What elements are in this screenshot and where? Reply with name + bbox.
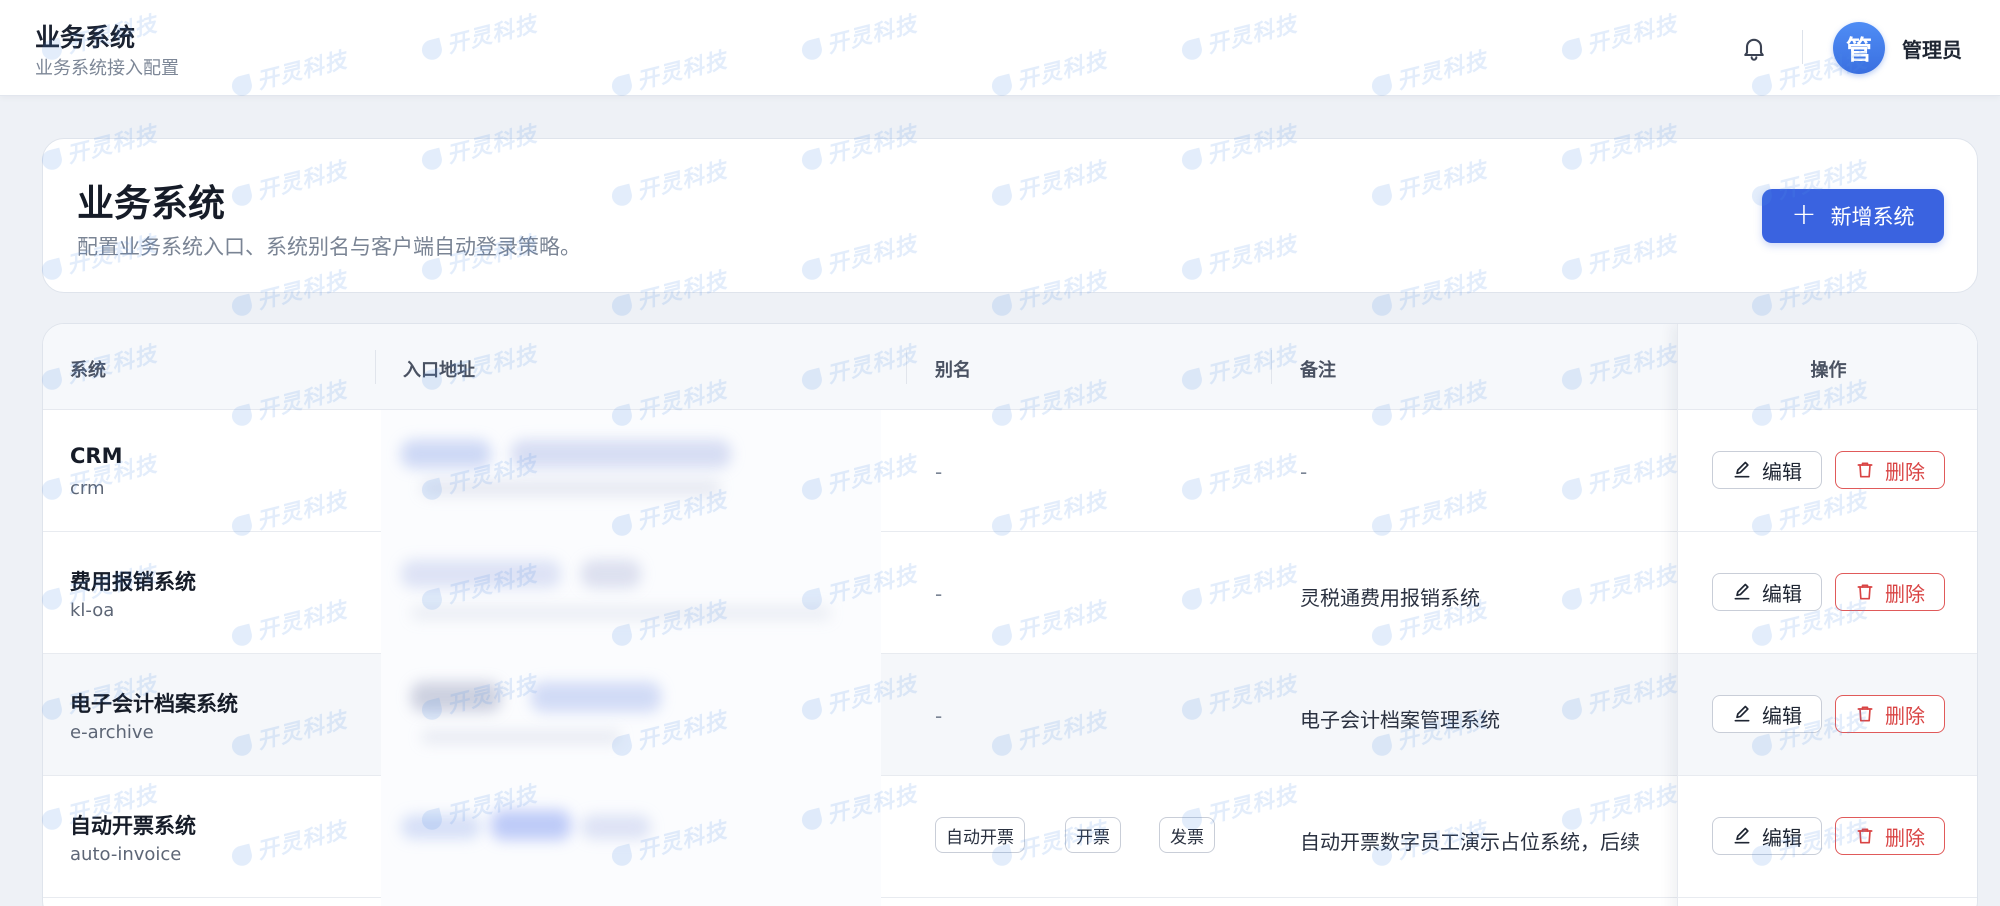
page-description: 配置业务系统入口、系统别名与客户端自动登录策略。 [77,235,581,259]
page-title: 业务系统 [77,182,225,225]
actions-row: 编辑 删除 [1678,410,1977,532]
system-note: 自动开票数字员工演示占位系统，后续 [1300,830,1640,854]
alias-tag: 自动开票 [935,817,1025,853]
trash-icon [1857,828,1873,844]
alias-tag: 开票 [1065,817,1121,853]
systems-table: 系统 入口地址 别名 备注 CRM crm - - 费用报销系统 kl-oa -… [42,323,1978,906]
system-name: 费用报销系统 [70,570,196,594]
edit-button[interactable]: 编辑 [1712,451,1822,489]
column-separator [906,350,907,384]
actions-row: 编辑 删除 [1678,654,1977,776]
column-header-note[interactable]: 备注 [1300,356,1336,382]
delete-button[interactable]: 删除 [1835,817,1945,855]
actions-row: 编辑 删除 [1678,532,1977,654]
column-separator [375,350,376,384]
edit-label: 编辑 [1762,703,1802,728]
column-header-actions: 操作 [1810,360,1847,381]
avatar[interactable]: 管 [1833,22,1885,74]
entry-url-redacted [381,410,881,906]
edit-label: 编辑 [1762,581,1802,606]
system-code: auto-invoice [70,844,182,865]
header-divider [1802,30,1803,64]
trash-icon [1857,462,1873,478]
actions-row: 编辑 删除 [1678,776,1977,898]
notification-bell-icon[interactable] [1740,34,1768,62]
system-name: CRM [70,444,123,468]
delete-label: 删除 [1885,825,1925,850]
delete-label: 删除 [1885,703,1925,728]
system-alias: - [935,460,943,484]
column-header-entry-url[interactable]: 入口地址 [403,356,475,382]
system-alias: - [935,582,943,606]
system-note: 电子会计档案管理系统 [1300,708,1500,732]
system-name: 电子会计档案系统 [70,692,238,716]
system-code: kl-oa [70,600,115,621]
edit-pencil-icon [1734,461,1750,478]
delete-label: 删除 [1885,459,1925,484]
delete-button[interactable]: 删除 [1835,451,1945,489]
edit-pencil-icon [1734,705,1750,722]
edit-button[interactable]: 编辑 [1712,817,1822,855]
app-subtitle: 业务系统接入配置 [35,58,179,79]
system-name: 自动开票系统 [70,814,196,838]
add-system-label: 新增系统 [1830,205,1915,229]
edit-button[interactable]: 编辑 [1712,573,1822,611]
trash-icon [1857,584,1873,600]
system-alias: - [935,704,943,728]
actions-column: 操作 编辑 删除 编辑 删除 编辑 删除 编辑 删除 [1677,324,1977,906]
column-separator [1271,350,1272,384]
edit-pencil-icon [1734,827,1750,844]
alias-tag: 发票 [1159,817,1215,853]
edit-button[interactable]: 编辑 [1712,695,1822,733]
intro-card: 业务系统 配置业务系统入口、系统别名与客户端自动登录策略。 + 新增系统 [42,138,1978,293]
system-note: - [1300,460,1308,484]
delete-button[interactable]: 删除 [1835,573,1945,611]
system-code: e-archive [70,722,154,743]
app-title: 业务系统 [35,23,136,52]
trash-icon [1857,706,1873,722]
edit-label: 编辑 [1762,459,1802,484]
delete-label: 删除 [1885,581,1925,606]
system-note: 灵税通费用报销系统 [1300,586,1480,610]
plus-icon: + [1791,196,1817,232]
edit-pencil-icon [1734,583,1750,600]
system-code: crm [70,478,105,499]
column-header-system[interactable]: 系统 [70,356,106,382]
column-header-alias[interactable]: 别名 [935,356,971,382]
top-header: 业务系统 业务系统接入配置 管 管理员 [0,0,2000,96]
edit-label: 编辑 [1762,825,1802,850]
delete-button[interactable]: 删除 [1835,695,1945,733]
add-system-button[interactable]: + 新增系统 [1762,189,1944,243]
actions-header: 操作 [1678,324,1977,410]
user-name[interactable]: 管理员 [1902,34,1962,63]
